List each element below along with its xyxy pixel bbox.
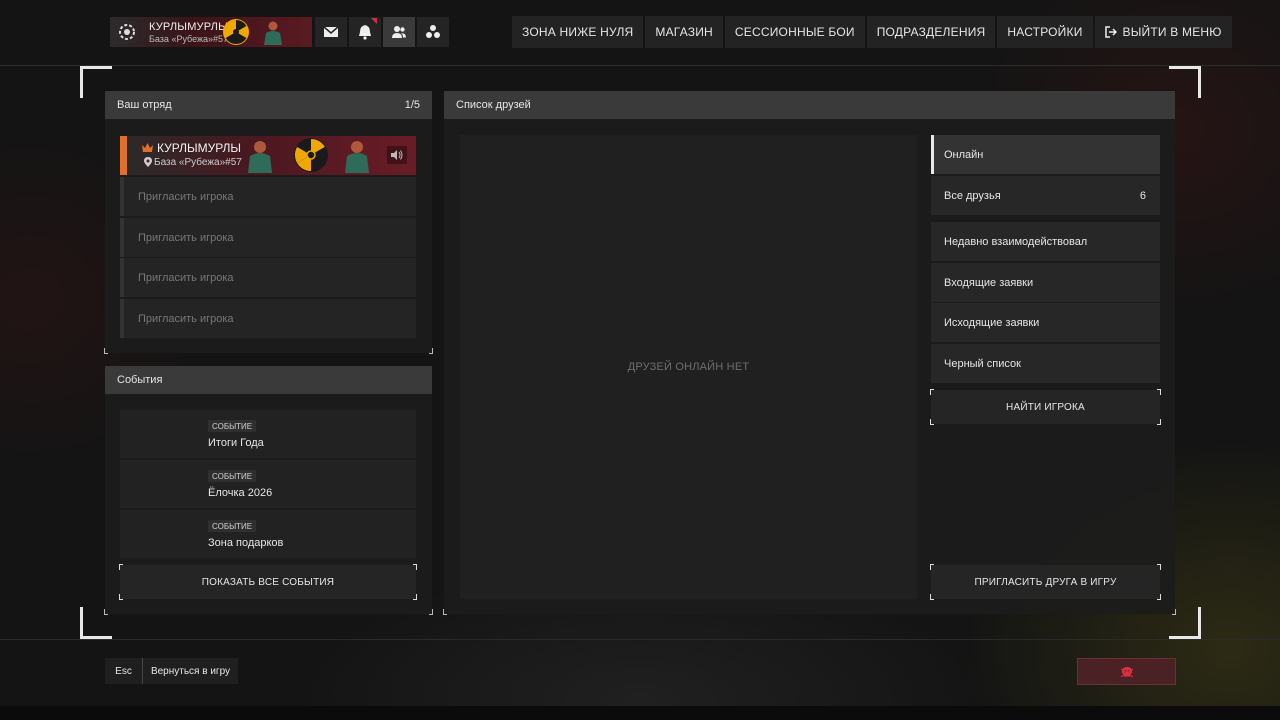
radiation-emblem-icon — [294, 138, 328, 172]
events-panel: События СОБЫТИЕ Итоги Года СОБЫТИЕ Ёлочк… — [104, 366, 433, 615]
events-title: События — [117, 374, 163, 386]
radiation-emblem-icon — [223, 19, 249, 45]
notification-indicator — [371, 18, 377, 24]
leader-name: КУРЛЫМУРЛЫ — [157, 141, 242, 155]
tab-outgoing-requests[interactable]: Исходящие заявки — [931, 303, 1160, 342]
friends-empty-message: ДРУЗЕЙ ОНЛАЙН НЕТ — [627, 361, 750, 373]
skull-icon — [1120, 666, 1133, 677]
player-name: КУРЛЫМУРЛЫ — [149, 21, 229, 33]
tab-label: Черный список — [944, 357, 1021, 370]
find-player-button[interactable]: НАЙТИ ИГРОКА — [930, 389, 1161, 425]
friends-icon — [392, 26, 406, 38]
character-avatar-icon — [248, 141, 272, 173]
friends-panel-header: Список друзей — [444, 91, 1175, 119]
invite-friend-label: ПРИГЛАСИТЬ ДРУГА В ИГРУ — [974, 576, 1117, 588]
nav-shop[interactable]: МАГАЗИН — [645, 16, 723, 48]
character-avatar-icon — [345, 141, 369, 173]
back-to-game-label: Вернуться в игру — [143, 658, 238, 684]
tab-label: Исходящие заявки — [944, 316, 1040, 329]
event-name: Итоги Года — [208, 437, 264, 449]
leader-base: База «Рубежа»#57 — [154, 157, 242, 168]
clan-emblem-icon — [119, 24, 135, 40]
panel-bracket — [443, 609, 447, 615]
crown-icon — [142, 143, 153, 152]
panel-bracket — [429, 609, 433, 615]
main-navigation: ЗОНА НИЖЕ НУЛЯ МАГАЗИН СЕССИОННЫЕ БОИ ПО… — [512, 16, 1232, 48]
bottom-strip — [0, 706, 1280, 720]
event-tag: СОБЫТИЕ — [208, 420, 257, 432]
event-name: Зона подарков — [208, 537, 284, 549]
panel-bracket — [104, 348, 108, 354]
squad-panel-header: Ваш отряд 1/5 — [105, 91, 432, 119]
squad-title: Ваш отряд — [117, 99, 172, 111]
squad-leader-card[interactable]: КУРЛЫМУРЛЫ База «Рубежа»#57 — [120, 136, 416, 175]
tab-online[interactable]: Онлайн — [931, 135, 1160, 174]
panel-bracket — [104, 609, 108, 615]
friends-list-area: ДРУЗЕЙ ОНЛАЙН НЕТ — [460, 135, 917, 599]
invite-player-slot[interactable]: Пригласить игрока — [120, 258, 416, 297]
tab-count: 6 — [1139, 189, 1146, 202]
bell-icon — [359, 25, 371, 40]
player-base: База «Рубежа»#57 — [149, 34, 229, 44]
event-tag: СОБЫТИЕ — [208, 470, 257, 482]
squad-button[interactable] — [417, 17, 449, 47]
voice-toggle-button[interactable] — [387, 146, 407, 164]
tab-blacklist[interactable]: Черный список — [931, 344, 1160, 383]
bottom-divider — [0, 639, 1280, 640]
panel-bracket — [1172, 609, 1176, 615]
notifications-button[interactable] — [349, 17, 381, 47]
nav-divisions[interactable]: ПОДРАЗДЕЛЕНИЯ — [866, 16, 996, 48]
nav-session-battles[interactable]: СЕССИОННЫЕ БОИ — [724, 16, 865, 48]
friends-button[interactable] — [383, 17, 415, 47]
nav-exit-to-menu[interactable]: ВЫЙТИ В МЕНЮ — [1094, 16, 1232, 48]
back-to-game-button[interactable]: Esc Вернуться в игру — [105, 658, 238, 684]
esc-key-hint: Esc — [105, 658, 143, 684]
top-bar: КУРЛЫМУРЛЫ База «Рубежа»#57 ЗОНА НИЖЕ НУ… — [0, 0, 1280, 66]
event-item[interactable]: СОБЫТИЕ Зона подарков — [120, 510, 416, 558]
tab-label: Недавно взаимодействовал — [944, 235, 1088, 248]
invite-player-slot[interactable]: Пригласить игрока — [120, 177, 416, 216]
tab-all-friends[interactable]: Все друзья 6 — [931, 176, 1160, 215]
character-avatar-icon — [264, 21, 282, 45]
show-all-events-button[interactable]: ПОКАЗАТЬ ВСЕ СОБЫТИЯ — [119, 564, 417, 600]
event-item[interactable]: СОБЫТИЕ Итоги Года — [120, 410, 416, 458]
mail-button[interactable] — [315, 17, 347, 47]
location-pin-icon — [144, 157, 152, 167]
friends-title: Список друзей — [456, 99, 531, 111]
nav-zone-below-zero[interactable]: ЗОНА НИЖЕ НУЛЯ — [512, 16, 644, 48]
event-item[interactable]: СОБЫТИЕ Ёлочка 2026 — [120, 460, 416, 508]
events-panel-header: События — [105, 366, 432, 394]
leader-accent-bar — [120, 136, 127, 175]
tab-recent[interactable]: Недавно взаимодействовал — [931, 222, 1160, 261]
squad-count: 1/5 — [404, 99, 420, 111]
invite-player-slot[interactable]: Пригласить игрока — [120, 218, 416, 257]
tab-label: Входящие заявки — [944, 276, 1034, 289]
find-player-label: НАЙТИ ИГРОКА — [1006, 401, 1085, 413]
report-button[interactable] — [1077, 658, 1176, 685]
show-all-events-label: ПОКАЗАТЬ ВСЕ СОБЫТИЯ — [201, 576, 335, 588]
squad-icon — [426, 25, 440, 38]
invite-friend-button[interactable]: ПРИГЛАСИТЬ ДРУГА В ИГРУ — [930, 564, 1161, 600]
nav-settings[interactable]: НАСТРОЙКИ — [997, 16, 1093, 48]
tab-label: Онлайн — [944, 148, 984, 161]
speaker-icon — [391, 150, 403, 160]
squad-panel: Ваш отряд 1/5 КУРЛЫМУРЛЫ База «Рубежа»#5… — [104, 91, 433, 354]
friends-panel: Список друзей ДРУЗЕЙ ОНЛАЙН НЕТ Онлайн В… — [443, 91, 1176, 615]
exit-icon — [1104, 26, 1117, 38]
player-profile-card[interactable]: КУРЛЫМУРЛЫ База «Рубежа»#57 — [110, 17, 312, 47]
tab-label: Все друзья — [944, 189, 1001, 202]
event-tag: СОБЫТИЕ — [208, 520, 257, 532]
nav-exit-label: ВЫЙТИ В МЕНЮ — [1122, 25, 1222, 39]
panel-bracket — [429, 348, 433, 354]
mail-icon — [323, 26, 339, 37]
invite-player-slot[interactable]: Пригласить игрока — [120, 299, 416, 338]
tab-incoming-requests[interactable]: Входящие заявки — [931, 263, 1160, 302]
event-name: Ёлочка 2026 — [208, 487, 273, 499]
